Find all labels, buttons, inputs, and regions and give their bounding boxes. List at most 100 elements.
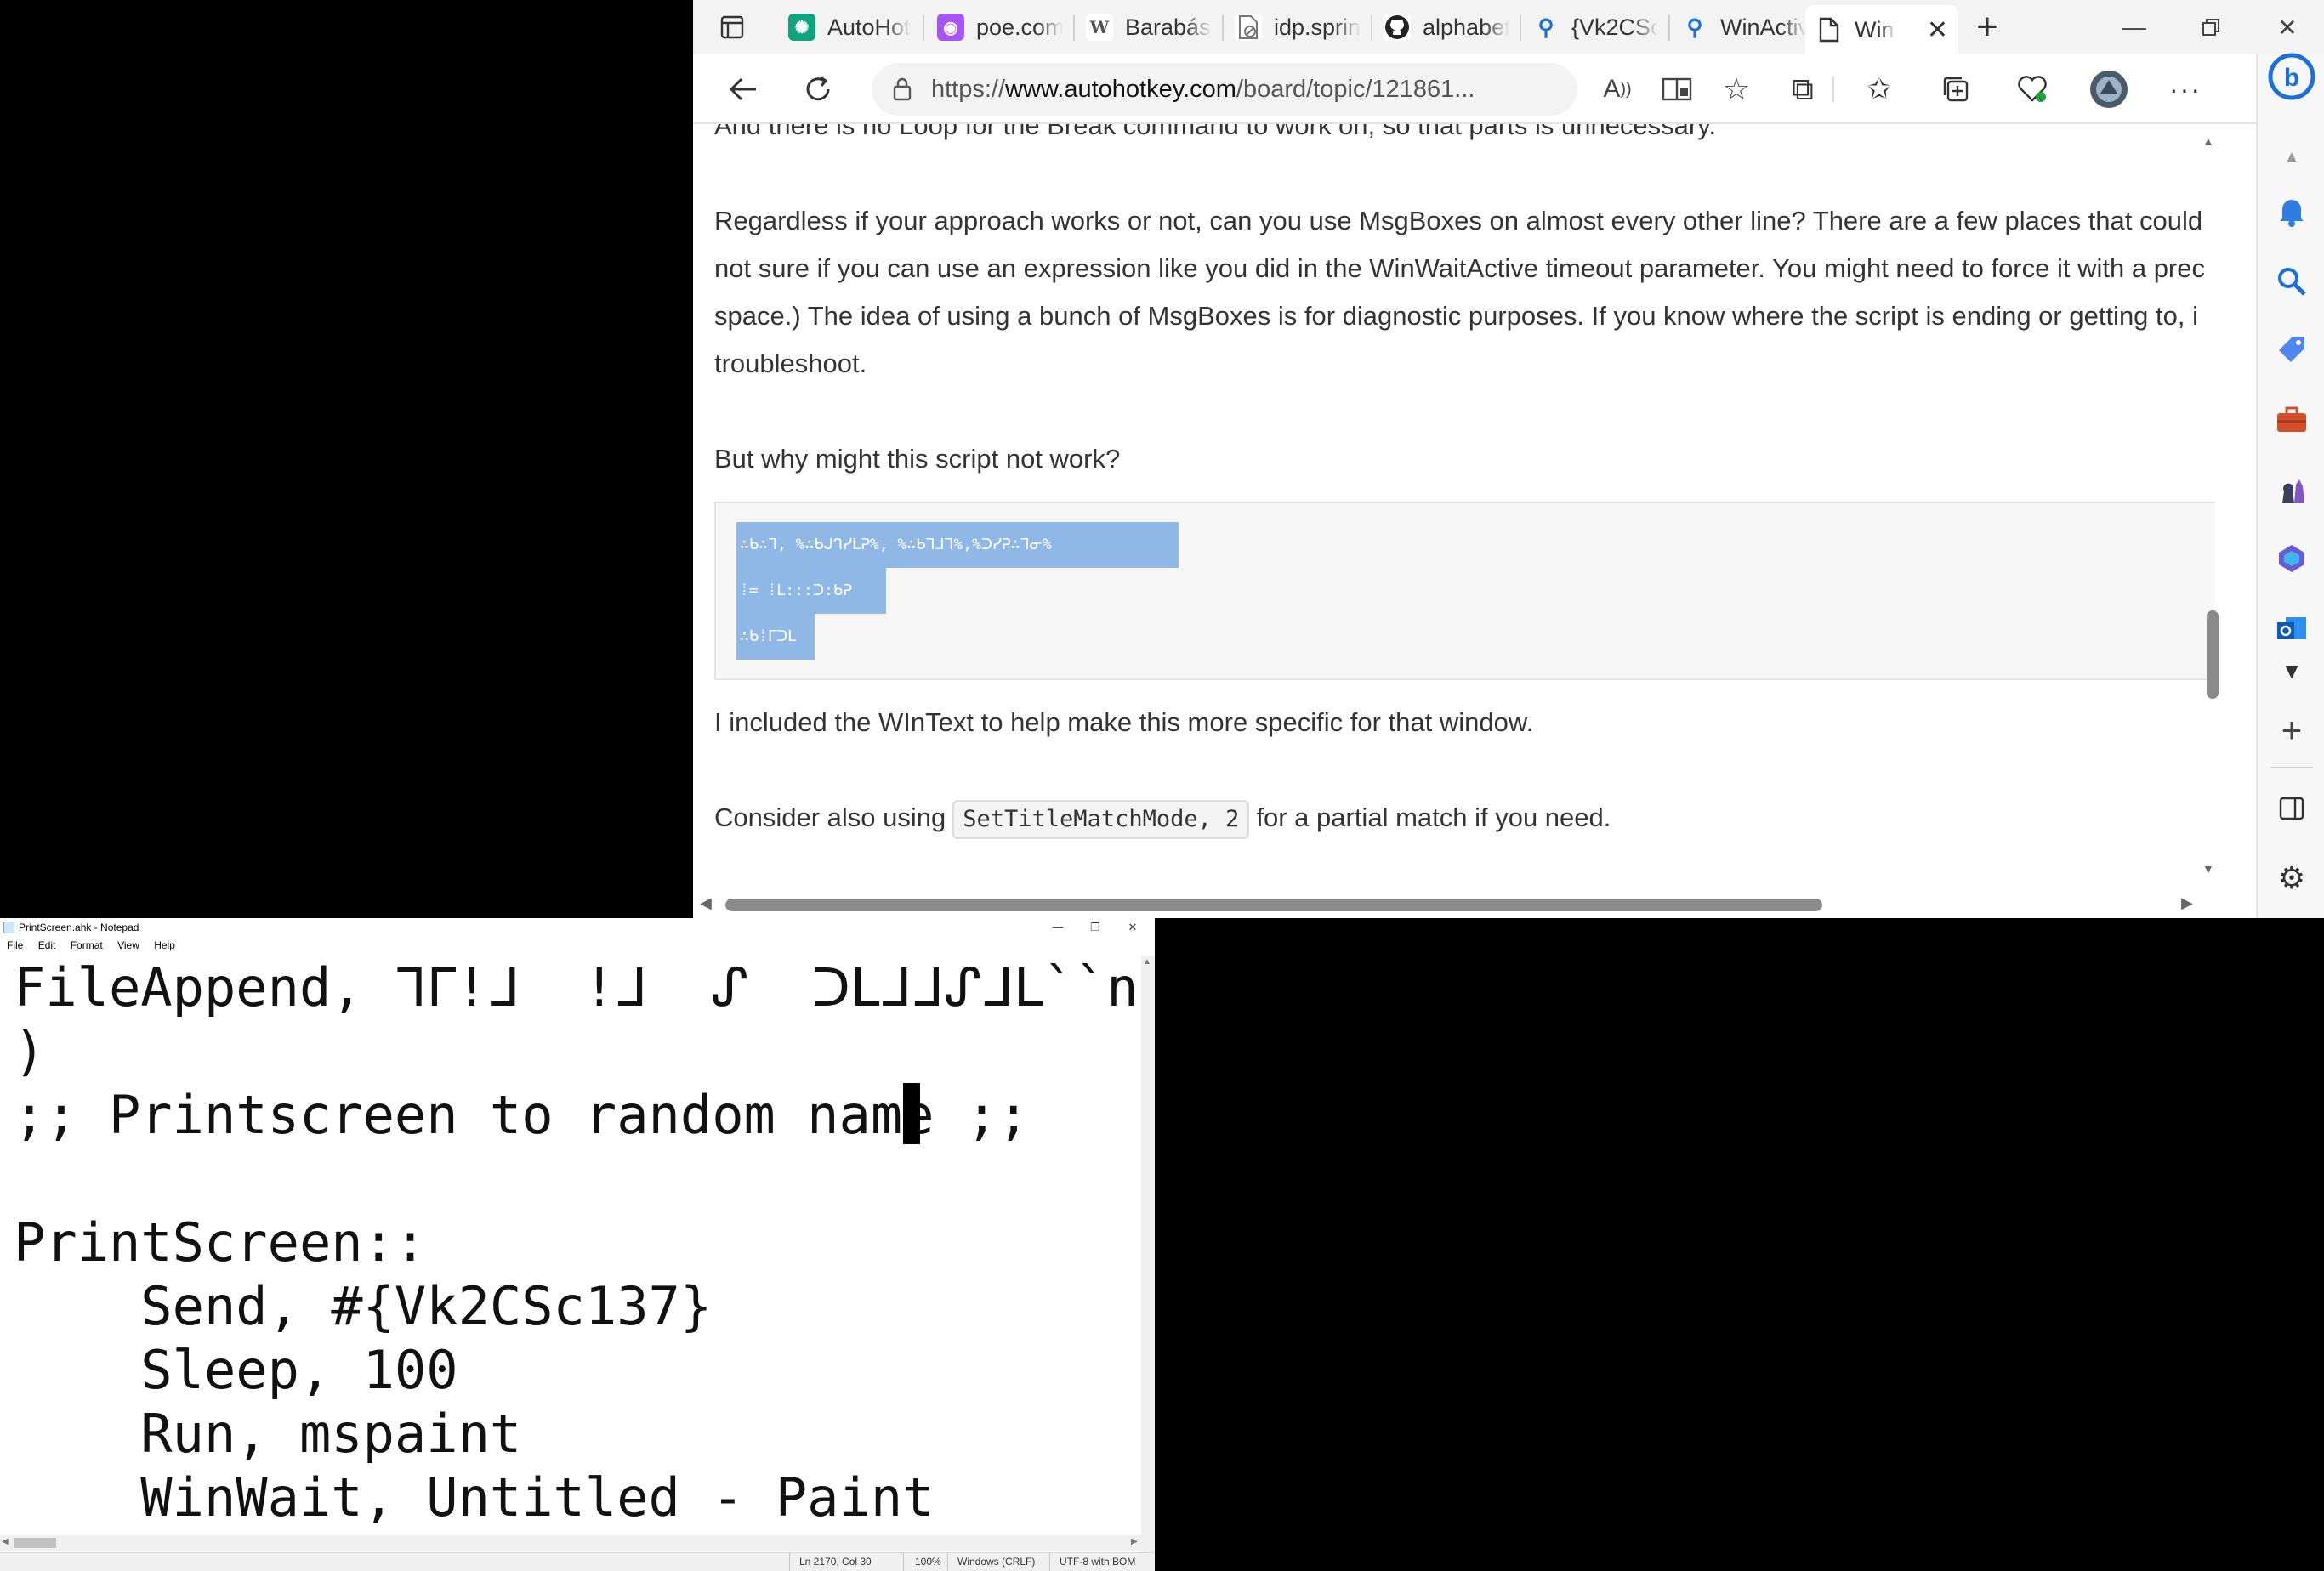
- notepad-vertical-scrollbar[interactable]: ▲ ▼: [1141, 956, 1155, 1571]
- tab-divider: [1222, 15, 1224, 41]
- code-line-selected: ⁞= ⁞ᒪ:::ᑐ:ᑲᕈ: [736, 568, 886, 614]
- scroll-left-arrow-icon[interactable]: ◀: [2, 1537, 9, 1546]
- chatgpt-icon: ✺: [788, 14, 815, 41]
- notepad-horizontal-scrollbar[interactable]: ◀ ▶: [0, 1535, 1155, 1551]
- search-icon: ⚲: [1537, 14, 1554, 40]
- edge-sidebar: b ▲ ▼ + ⚙: [2256, 53, 2324, 918]
- tab-idp-spring[interactable]: idp.sprin: [1225, 7, 1371, 48]
- favorites-icon[interactable]: ✩: [1856, 66, 1902, 112]
- text-line: Send, #{Vk2CSc137}: [14, 1275, 713, 1337]
- close-window-icon[interactable]: ✕: [1114, 918, 1151, 937]
- notepad-window: PrintScreen.ahk - Notepad — ❐ ✕ File Edi…: [0, 918, 1155, 1571]
- tab-barabasi[interactable]: W Barabási: [1076, 7, 1222, 48]
- sidebar-scroll-down-icon[interactable]: ▼: [2270, 649, 2313, 692]
- post-text-line: troubleshoot.: [714, 349, 867, 378]
- back-icon[interactable]: [720, 66, 766, 112]
- post-text-line: space.) The idea of using a bunch of Msg…: [714, 301, 2199, 331]
- address-bar[interactable]: https://www.autohotkey.com/board/topic/1…: [872, 63, 1577, 116]
- avatar[interactable]: [2086, 66, 2132, 112]
- search-icon[interactable]: [2270, 260, 2313, 303]
- tab-github-alphabet[interactable]: alphabet: [1373, 7, 1520, 48]
- poe-icon: ◉: [937, 14, 964, 41]
- search-icon: ⚲: [1686, 14, 1703, 40]
- notepad-menu-bar: File Edit Format View Help: [0, 937, 1155, 954]
- new-tab-icon[interactable]: +: [1969, 6, 2006, 48]
- tab-search-vk2csc[interactable]: ⚲ {Vk2CSc: [1522, 7, 1668, 48]
- notifications-bell-icon[interactable]: [2270, 190, 2313, 233]
- close-tab-icon[interactable]: ✕: [1927, 15, 1948, 45]
- minimize-icon[interactable]: —: [1039, 918, 1077, 937]
- scroll-right-arrow-icon[interactable]: ▶: [2181, 894, 2193, 912]
- shopping-tag-icon[interactable]: [2270, 328, 2313, 371]
- scroll-left-arrow-icon[interactable]: ◀: [700, 894, 712, 912]
- post-text-line: And there is no Loop for the Break comma…: [714, 124, 1717, 140]
- lock-icon: [892, 77, 912, 109]
- outlook-icon[interactable]: [2270, 607, 2313, 649]
- status-divider: [789, 1553, 790, 1571]
- status-divider: [947, 1553, 948, 1571]
- text-line: ): [14, 1020, 46, 1082]
- tab-actions-icon[interactable]: [713, 9, 751, 46]
- status-zoom: 100%: [915, 1556, 941, 1568]
- text-line: PrintScreen::: [14, 1211, 427, 1273]
- minimize-icon[interactable]: —: [2096, 0, 2173, 54]
- tab-poe[interactable]: ◉ poe.com: [927, 7, 1073, 48]
- tab-search-winactive[interactable]: ⚲ WinActiv: [1671, 7, 1817, 48]
- refresh-icon[interactable]: [795, 66, 841, 112]
- status-encoding: UTF-8 with BOM: [1060, 1556, 1136, 1568]
- notepad-text-area[interactable]: FileAppend, ᒣᒥ!ᒧ !ᒧ ᔑ ᑐᒪᒧᒧᔑᒧᒪ``n, %L( ) …: [0, 956, 1141, 1571]
- tools-toolbox-icon[interactable]: [2270, 398, 2313, 440]
- menu-format[interactable]: Format: [71, 939, 103, 951]
- restore-icon[interactable]: ❐: [1077, 918, 1114, 937]
- more-options-icon[interactable]: ···: [2162, 66, 2208, 112]
- immersive-reader-icon[interactable]: [1654, 66, 1700, 112]
- browser-essentials-icon[interactable]: [2009, 66, 2055, 112]
- page-icon: [1815, 16, 1843, 43]
- extensions-icon[interactable]: ⧉: [1780, 66, 1826, 112]
- read-aloud-icon[interactable]: A)): [1594, 66, 1640, 112]
- page-blocked-icon: [1235, 14, 1262, 41]
- notepad-hscroll-thumb[interactable]: [14, 1538, 56, 1548]
- consider-line: Consider also using SetTitleMatchMode, 2f…: [714, 794, 2215, 842]
- scroll-right-arrow-icon[interactable]: ▶: [1131, 1537, 1138, 1546]
- menu-view[interactable]: View: [117, 939, 139, 951]
- menu-edit[interactable]: Edit: [38, 939, 56, 951]
- bing-chat-icon[interactable]: b: [2268, 53, 2315, 100]
- post-question: But why might this script not work?: [714, 444, 1121, 474]
- code-line-selected: ∴ᑲ∴ᒣ, %∴ᑲᒍᒉᓯᒪᕈ%, %∴ᑲᒣᒧᒣ%,%ᑐᓯᕈ∴ᒣᓂ%: [736, 522, 1179, 568]
- text-line: Sleep, 100: [14, 1339, 458, 1401]
- text-line: ;; Printscreen to random name ;;: [14, 1084, 1030, 1146]
- sidebar-scroll-up-icon[interactable]: ▲: [2270, 136, 2313, 179]
- code-block[interactable]: ∴ᑲ∴ᒣ, %∴ᑲᒍᒉᓯᒪᕈ%, %∴ᑲᒣᒧᒣ%,%ᑐᓯᕈ∴ᒣᓂ% ⁞= ⁞ᒪ:…: [714, 502, 2215, 680]
- tab-divider: [923, 15, 924, 41]
- collections-icon[interactable]: [1933, 66, 1979, 112]
- restore-icon[interactable]: [2173, 0, 2249, 54]
- page-vertical-scroll-thumb[interactable]: [2207, 610, 2219, 699]
- page-horizontal-scroll-thumb[interactable]: [725, 899, 1822, 911]
- tab-autohotkey-chatgpt[interactable]: ✺ AutoHot: [778, 7, 924, 48]
- settings-gear-icon[interactable]: ⚙: [2270, 857, 2313, 899]
- microsoft-365-icon[interactable]: [2270, 537, 2313, 580]
- scroll-up-arrow-icon[interactable]: ▲: [2202, 134, 2214, 148]
- tab-divider: [1371, 15, 1372, 41]
- navigation-bar: https://www.autohotkey.com/board/topic/1…: [693, 54, 2324, 124]
- wintext-note: I included the WInText to help make this…: [714, 707, 1534, 737]
- scroll-down-arrow-icon[interactable]: ▼: [2202, 862, 2214, 876]
- notepad-title: PrintScreen.ahk - Notepad: [19, 922, 139, 933]
- inline-code: SetTitleMatchMode, 2: [952, 800, 1250, 839]
- post-text-line: not sure if you can use an expression li…: [714, 253, 2205, 283]
- favorite-star-icon[interactable]: ☆: [1713, 66, 1759, 112]
- close-window-icon[interactable]: ✕: [2249, 0, 2324, 54]
- text-line: Run, mspaint: [14, 1403, 522, 1465]
- page-vertical-scrollbar[interactable]: ▲ ▼: [2202, 124, 2216, 889]
- add-sidebar-app-icon[interactable]: +: [2270, 709, 2313, 751]
- post-text-line: Regardless if your approach works or not…: [714, 206, 2203, 235]
- menu-help[interactable]: Help: [154, 939, 175, 951]
- notepad-app-icon: [3, 922, 14, 933]
- games-chess-icon[interactable]: [2270, 469, 2313, 512]
- code-line-selected: ∴ᑲ⁞ᒥᑐᒪ: [736, 614, 815, 660]
- menu-file[interactable]: File: [7, 939, 23, 951]
- tab-active-win[interactable]: Win ✕: [1805, 5, 1958, 54]
- scroll-up-arrow-icon[interactable]: ▲: [1143, 957, 1151, 967]
- hide-sidebar-icon[interactable]: [2270, 787, 2313, 830]
